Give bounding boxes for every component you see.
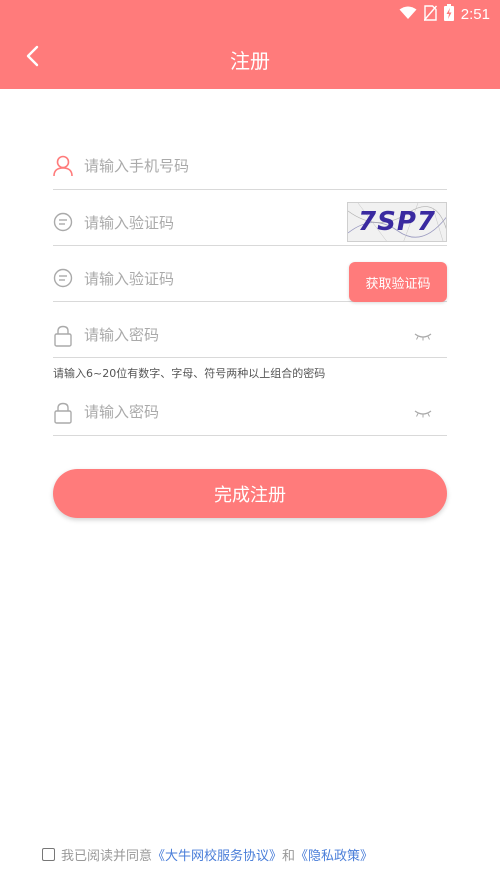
password-hint: 请输入6~20位有数字、字母、符号两种以上组合的密码 xyxy=(53,367,326,380)
user-icon xyxy=(53,154,73,178)
phone-field xyxy=(53,141,447,190)
status-bar: 2:51 xyxy=(0,0,500,28)
captcha-text: 7SP7 xyxy=(358,207,436,237)
agreement-prefix: 我已阅读并同意 xyxy=(61,849,153,864)
agreement-row: 我已阅读并同意 《大牛网校服务协议》 和 《隐私政策》 xyxy=(42,845,373,864)
eye-closed-icon[interactable] xyxy=(413,329,433,343)
captcha-image[interactable]: 7SP7 xyxy=(347,202,447,242)
status-time: 2:51 xyxy=(460,6,490,23)
page-title: 注册 xyxy=(230,49,270,73)
eye-closed-icon[interactable] xyxy=(413,406,433,420)
lock-icon xyxy=(53,324,73,348)
captcha-field: 7SP7 xyxy=(53,190,447,246)
sms-code-field: 获取验证码 xyxy=(53,246,447,302)
wifi-icon xyxy=(399,5,417,24)
message-icon xyxy=(53,266,73,290)
captcha-input[interactable] xyxy=(84,212,334,234)
phone-input[interactable] xyxy=(84,155,384,177)
agreement-conjunction: 和 xyxy=(282,849,296,864)
no-sim-icon xyxy=(423,4,437,25)
lock-icon xyxy=(53,401,73,425)
sms-code-input[interactable] xyxy=(84,268,334,290)
header-bar: 2:51 注册 xyxy=(0,0,500,89)
terms-link[interactable]: 《大牛网校服务协议》 xyxy=(152,845,282,864)
message-icon xyxy=(53,210,73,234)
complete-registration-button[interactable]: 完成注册 xyxy=(53,469,447,518)
get-sms-code-button[interactable]: 获取验证码 xyxy=(349,262,447,302)
password-field xyxy=(53,302,447,358)
battery-charging-icon xyxy=(443,4,454,25)
agreement-checkbox[interactable] xyxy=(42,848,55,861)
privacy-link[interactable]: 《隐私政策》 xyxy=(295,845,373,864)
password-input[interactable] xyxy=(84,324,384,346)
confirm-password-field xyxy=(53,380,447,436)
confirm-password-input[interactable] xyxy=(84,401,384,423)
